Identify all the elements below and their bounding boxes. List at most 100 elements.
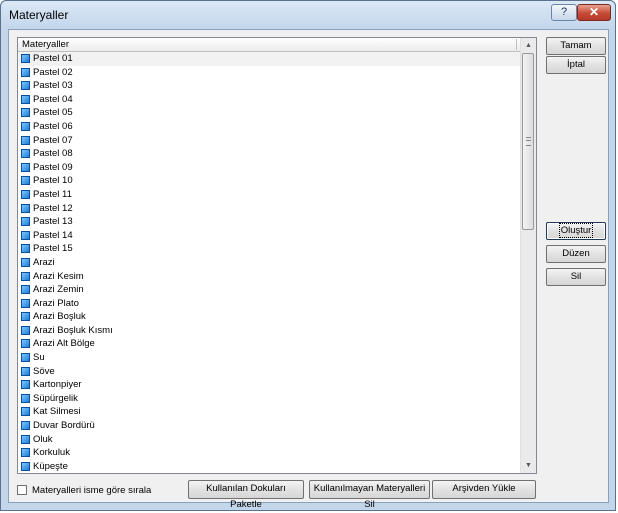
- list-item[interactable]: Pastel 04: [18, 93, 521, 107]
- list-item[interactable]: Arazi Zemin: [18, 283, 521, 297]
- materials-dialog: Materyaller ? ✕ Materyaller Pastel 01 Pas…: [0, 0, 616, 511]
- scroll-thumb[interactable]: [522, 53, 534, 230]
- materials-list[interactable]: Materyaller Pastel 01 Pastel 02 Pastel 03 P…: [17, 37, 537, 474]
- sort-by-name-checkbox[interactable]: [17, 485, 27, 495]
- material-cube-icon: [21, 81, 30, 91]
- material-cube-icon: [21, 121, 30, 131]
- list-header[interactable]: Materyaller: [18, 38, 521, 52]
- list-item[interactable]: Pastel 06: [18, 120, 521, 134]
- list-item[interactable]: Kat Silmesi: [18, 405, 521, 419]
- material-cube-icon: [21, 339, 30, 349]
- list-item[interactable]: Pastel 11: [18, 188, 521, 202]
- list-item[interactable]: Arazi Boşluk: [18, 310, 521, 324]
- list-item[interactable]: Pastel 03: [18, 79, 521, 93]
- list-item-label: Pastel 06: [33, 120, 73, 132]
- list-item-label: Pastel 03: [33, 80, 73, 92]
- list-item[interactable]: Arazi Plato: [18, 297, 521, 311]
- load-from-archive-button[interactable]: Arşivden Yükle: [432, 480, 536, 499]
- list-item[interactable]: Pastel 10: [18, 174, 521, 188]
- list-item-label: Pastel 08: [33, 148, 73, 160]
- list-item-label: Küpeşte: [33, 460, 68, 472]
- scroll-up-arrow[interactable]: ▲: [521, 38, 536, 53]
- ok-button-label: Tamam: [560, 40, 592, 51]
- list-item-label: Pastel 04: [33, 93, 73, 105]
- list-item-label: Söve: [33, 365, 55, 377]
- list-item-label: Arazi Alt Bölge: [33, 338, 95, 350]
- delete-button[interactable]: Sil: [546, 268, 606, 286]
- list-item[interactable]: Küpeşte: [18, 460, 521, 473]
- list-item-label: Arazi Boşluk Kısmı: [33, 324, 113, 336]
- list-item-label: Pastel 02: [33, 66, 73, 78]
- list-item[interactable]: Söve: [18, 365, 521, 379]
- material-cube-icon: [21, 189, 30, 199]
- list-item-label: Arazi Plato: [33, 297, 79, 309]
- list-item-label: Su: [33, 352, 45, 364]
- list-item-label: Pastel 15: [33, 243, 73, 255]
- list-item[interactable]: Süpürgelik: [18, 392, 521, 406]
- list-item[interactable]: Pastel 08: [18, 147, 521, 161]
- material-cube-icon: [21, 230, 30, 240]
- sort-by-name-label[interactable]: Materyalleri isme göre sırala: [32, 485, 151, 496]
- material-cube-icon: [21, 149, 30, 159]
- scroll-down-arrow[interactable]: ▼: [521, 458, 536, 473]
- material-cube-icon: [21, 461, 30, 471]
- create-button[interactable]: Oluştur: [546, 222, 606, 240]
- list-item[interactable]: Pastel 05: [18, 106, 521, 120]
- material-cube-icon: [21, 407, 30, 417]
- create-button-label: Oluştur: [558, 223, 594, 238]
- material-cube-icon: [21, 108, 30, 118]
- material-cube-icon: [21, 94, 30, 104]
- material-cube-icon: [21, 434, 30, 444]
- delete-unused-materials-label: Kullanılmayan Materyalleri Sil: [313, 483, 426, 510]
- list-item-label: Kat Silmesi: [33, 406, 81, 418]
- list-item-label: Pastel 10: [33, 175, 73, 187]
- material-cube-icon: [21, 448, 30, 458]
- list-item[interactable]: Arazi Alt Bölge: [18, 337, 521, 351]
- list-item[interactable]: Arazi Kesim: [18, 270, 521, 284]
- edit-button[interactable]: Düzen: [546, 245, 606, 263]
- delete-unused-materials-button[interactable]: Kullanılmayan Materyalleri Sil: [309, 480, 430, 510]
- list-item-label: Pastel 13: [33, 216, 73, 228]
- material-cube-icon: [21, 162, 30, 172]
- list-item[interactable]: Arazi Boşluk Kısmı: [18, 324, 521, 338]
- list-item-label: Pastel 01: [33, 53, 73, 64]
- list-item[interactable]: Pastel 02: [18, 66, 521, 80]
- list-item-label: Kartonpiyer: [33, 379, 82, 391]
- material-cube-icon: [21, 176, 30, 186]
- material-cube-icon: [21, 54, 30, 63]
- vertical-scrollbar[interactable]: ▲ ▼: [520, 38, 536, 473]
- list-item[interactable]: Pastel 01: [18, 52, 521, 66]
- list-item[interactable]: Pastel 13: [18, 215, 521, 229]
- title-bar: Materyaller ? ✕: [1, 1, 615, 29]
- material-cube-icon: [21, 67, 30, 77]
- list-item[interactable]: Pastel 09: [18, 161, 521, 175]
- material-cube-icon: [21, 244, 30, 254]
- package-used-textures-label: Kullanılan Dokuları Paketle: [206, 483, 286, 510]
- delete-button-label: Sil: [570, 271, 582, 282]
- list-item[interactable]: Pastel 07: [18, 134, 521, 148]
- dialog-body: Materyaller Pastel 01 Pastel 02 Pastel 03 P…: [8, 29, 609, 510]
- material-cube-icon: [21, 217, 30, 227]
- list-item[interactable]: Oluk: [18, 433, 521, 447]
- cancel-button[interactable]: İptal: [546, 56, 606, 74]
- package-used-textures-button[interactable]: Kullanılan Dokuları Paketle: [188, 480, 304, 510]
- list-item[interactable]: Kartonpiyer: [18, 378, 521, 392]
- list-item-label: Arazi: [33, 256, 55, 268]
- ok-button[interactable]: Tamam: [546, 37, 606, 55]
- list-item-label: Pastel 14: [33, 229, 73, 241]
- list-item[interactable]: Pastel 15: [18, 242, 521, 256]
- help-icon[interactable]: ?: [551, 4, 577, 21]
- material-cube-icon: [21, 421, 30, 431]
- list-item[interactable]: Pastel 14: [18, 229, 521, 243]
- material-cube-icon: [21, 353, 30, 363]
- list-item[interactable]: Su: [18, 351, 521, 365]
- list-item[interactable]: Korkuluk: [18, 446, 521, 460]
- list-item[interactable]: Duvar Bordürü: [18, 419, 521, 433]
- close-icon[interactable]: ✕: [577, 4, 611, 21]
- list-item-label: Oluk: [33, 433, 53, 445]
- window-title: Materyaller: [9, 8, 69, 22]
- header-divider[interactable]: [516, 39, 517, 50]
- list-item[interactable]: Pastel 12: [18, 202, 521, 216]
- list-item-label: Arazi Zemin: [33, 284, 84, 296]
- list-item[interactable]: Arazi: [18, 256, 521, 270]
